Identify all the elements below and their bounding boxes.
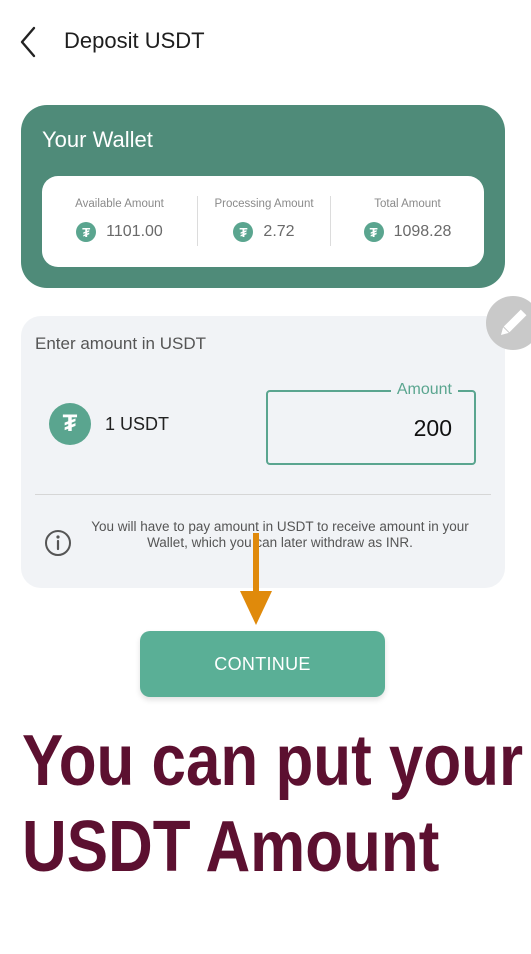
wallet-stats: Available Amount ₮ 1101.00 Processing Am… bbox=[42, 176, 484, 267]
tether-icon: ₮ bbox=[76, 222, 97, 242]
overlay-caption: You can put your USDT Amount bbox=[22, 718, 524, 890]
stat-value: 1098.28 bbox=[393, 223, 452, 240]
caption-line: You can put your bbox=[22, 721, 524, 801]
unit-label: 1 USDT bbox=[105, 414, 170, 434]
continue-button[interactable]: CONTINUE bbox=[140, 631, 385, 697]
tether-icon: ₮ bbox=[233, 222, 254, 242]
stat-value: 2.72 bbox=[263, 223, 295, 240]
processing-amount-stat: Processing Amount ₮ 2.72 bbox=[198, 176, 330, 267]
stat-label: Processing Amount bbox=[214, 198, 314, 210]
wallet-card: Your Wallet Available Amount ₮ 1101.00 P… bbox=[21, 105, 505, 288]
chevron-left-icon bbox=[20, 26, 36, 58]
tether-icon: ₮ bbox=[49, 403, 91, 445]
wallet-title: Your Wallet bbox=[42, 127, 153, 152]
stat-value: 1101.00 bbox=[106, 223, 163, 240]
info-text: You will have to pay amount in USDT to r… bbox=[91, 519, 469, 550]
arrow-down-icon bbox=[240, 533, 272, 625]
tether-icon: ₮ bbox=[363, 222, 384, 242]
caption-line: USDT Amount bbox=[22, 807, 440, 887]
stat-label: Available Amount bbox=[75, 198, 164, 210]
total-amount-stat: Total Amount ₮ 1098.28 bbox=[331, 176, 484, 267]
divider bbox=[35, 494, 491, 495]
amount-field-legend: Amount bbox=[390, 381, 458, 399]
app-header: Deposit USDT bbox=[0, 0, 531, 84]
amount-input[interactable] bbox=[300, 414, 454, 443]
info-icon bbox=[45, 530, 71, 556]
page-title: Deposit USDT bbox=[64, 28, 205, 53]
stat-label: Total Amount bbox=[374, 198, 441, 210]
edit-button[interactable] bbox=[486, 296, 531, 350]
back-button[interactable] bbox=[16, 24, 46, 60]
amount-field[interactable]: Amount bbox=[266, 381, 476, 465]
amount-form-label: Enter amount in USDT bbox=[35, 334, 207, 353]
pencil-icon bbox=[500, 309, 527, 336]
available-amount-stat: Available Amount ₮ 1101.00 bbox=[42, 176, 197, 267]
